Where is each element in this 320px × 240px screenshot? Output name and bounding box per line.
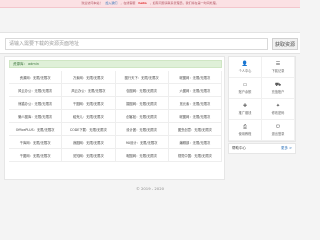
announcement-mid: ，在线客服 xyxy=(120,1,136,5)
action-label: 下载记录 xyxy=(271,68,285,73)
action-label: 使用教程 xyxy=(238,131,252,136)
power-icon: ⏻ xyxy=(276,123,280,130)
footer-copyright: © 2019 - 2020 xyxy=(135,186,165,191)
help-more-link[interactable]: 更多 > xyxy=(281,146,292,151)
join-link[interactable]: 加入我们 xyxy=(105,2,117,5)
action-change-password[interactable]: ✦ 修改密码 xyxy=(262,99,295,120)
action-promote[interactable]: ✚ 推广赚钱 xyxy=(229,99,262,120)
site-quota-item[interactable]: 六图网：无限/无限次 xyxy=(168,84,222,97)
action-tutorial[interactable]: ⎙ 使用教程 xyxy=(229,120,262,141)
site-quota-item[interactable]: 包图网：无限/无限次 xyxy=(115,84,169,97)
site-quota-item[interactable]: 图虫创意：无限/无限次 xyxy=(168,123,222,136)
site-quota-item[interactable]: 觅知网：无限/无限次 xyxy=(62,149,116,162)
site-quota-grid: 资源网：无限/无限次 万素网：无限/无限次 图行天下：无限/无限次 昵图网：无限… xyxy=(9,71,222,162)
site-quota-item[interactable]: 风云办公：无限/无限次 xyxy=(9,84,63,97)
announcement-prefix: 欢迎访问本站！ xyxy=(81,1,103,5)
site-quota-item[interactable]: 万素网：无限/无限次 xyxy=(62,71,116,84)
site-quota-item[interactable]: CODE下载：无限/无限次 xyxy=(62,123,116,136)
site-quota-item[interactable]: 千库网：无限/无限次 xyxy=(9,136,63,149)
action-label: 修改密码 xyxy=(271,110,285,115)
action-personal-center[interactable]: 👤 个人中心 xyxy=(229,57,262,78)
action-label: 推广赚钱 xyxy=(238,110,252,115)
gift-icon: ✚ xyxy=(242,102,248,109)
site-quota-item[interactable]: 我图网：无限/无限次 xyxy=(62,136,116,149)
site-quota-item[interactable]: OfficePLUS：无限/无限次 xyxy=(9,123,63,136)
action-label: 个人中心 xyxy=(238,68,252,73)
action-account-balance[interactable]: ▭ 账户余额 xyxy=(229,78,262,99)
doc-icon: ⎙ xyxy=(242,123,247,130)
help-center-panel: 帮助中心 更多 > xyxy=(228,143,296,154)
help-center-title: 帮助中心 xyxy=(232,146,246,150)
site-quota-item[interactable]: 昵图网：无限/无限次 xyxy=(115,149,169,162)
site-quota-item[interactable]: 编辑部：无限/无限次 xyxy=(168,136,222,149)
action-download-history[interactable]: ☰ 下载记录 xyxy=(262,57,295,78)
site-quota-item[interactable]: 昵图网：无限/无限次 xyxy=(168,110,222,123)
action-label: 账户余额 xyxy=(238,89,252,94)
site-quota-item[interactable]: 90设计：无限/无限次 xyxy=(115,136,169,149)
site-quota-item[interactable]: 觅元素：无限/无限次 xyxy=(168,97,222,110)
site-quota-item[interactable]: 千图网：无限/无限次 xyxy=(62,97,116,110)
site-quota-item[interactable]: 懒人图库：无限/无限次 xyxy=(9,110,63,123)
list-icon: ☰ xyxy=(275,60,281,67)
site-quota-item[interactable]: 图行天下：无限/无限次 xyxy=(115,71,169,84)
user-icon: 👤 xyxy=(241,60,249,67)
action-label: 充值账户 xyxy=(271,89,285,94)
account-notice: 资源库： admin xyxy=(9,60,222,68)
site-quota-item[interactable]: 风云办公：无限/无限次 xyxy=(62,84,116,97)
user-actions-panel: 👤 个人中心 ☰ 下载记录 ▭ 账户余额 ⛟ 充值账户 ✚ 推广赚钱 ✦ 修改密… xyxy=(228,56,296,142)
site-quota-item[interactable]: 千图网：无限/无限次 xyxy=(9,149,63,162)
action-logout[interactable]: ⏻ 退出登录 xyxy=(262,120,295,141)
top-announcement-bar: 欢迎访问本站！ 加入我们 ，在线客服 hello ，如有问题请联系管理员，我们将… xyxy=(0,0,300,8)
resource-panel: 资源库： admin 资源网：无限/无限次 万素网：无限/无限次 图行天下：无限… xyxy=(4,56,225,180)
site-quota-item[interactable]: 摄图网：无限/无限次 xyxy=(115,97,169,110)
announcement-notice: ，如有问题请联系管理员，我们将在第一时间处理。 xyxy=(149,1,219,5)
site-quota-item[interactable]: 视觉中国：无限/无限次 xyxy=(168,149,222,162)
cart-icon: ⛟ xyxy=(274,81,282,88)
site-quota-item[interactable]: 设计团：无限/无限次 xyxy=(115,123,169,136)
site-quota-item[interactable]: 创客贴：无限/无限次 xyxy=(115,110,169,123)
site-quota-item[interactable]: 资源网：无限/无限次 xyxy=(9,71,63,84)
url-search-input[interactable] xyxy=(5,38,268,50)
action-recharge[interactable]: ⛟ 充值账户 xyxy=(262,78,295,99)
site-quota-item[interactable]: 稻壳儿：无限/无限次 xyxy=(62,110,116,123)
site-quota-item[interactable]: 昵图网：无限/无限次 xyxy=(168,71,222,84)
search-panel: 获取资源 xyxy=(0,32,300,54)
announcement-tag: hello xyxy=(138,1,147,5)
get-resource-button[interactable]: 获取资源 xyxy=(272,38,298,50)
notice-value: admin xyxy=(28,62,39,66)
site-quota-item[interactable]: 熊猫办公：无限/无限次 xyxy=(9,97,63,110)
card-icon: ▭ xyxy=(242,81,248,88)
action-label: 退出登录 xyxy=(271,131,285,136)
key-icon: ✦ xyxy=(275,102,281,109)
notice-label: 资源库： xyxy=(13,61,27,66)
